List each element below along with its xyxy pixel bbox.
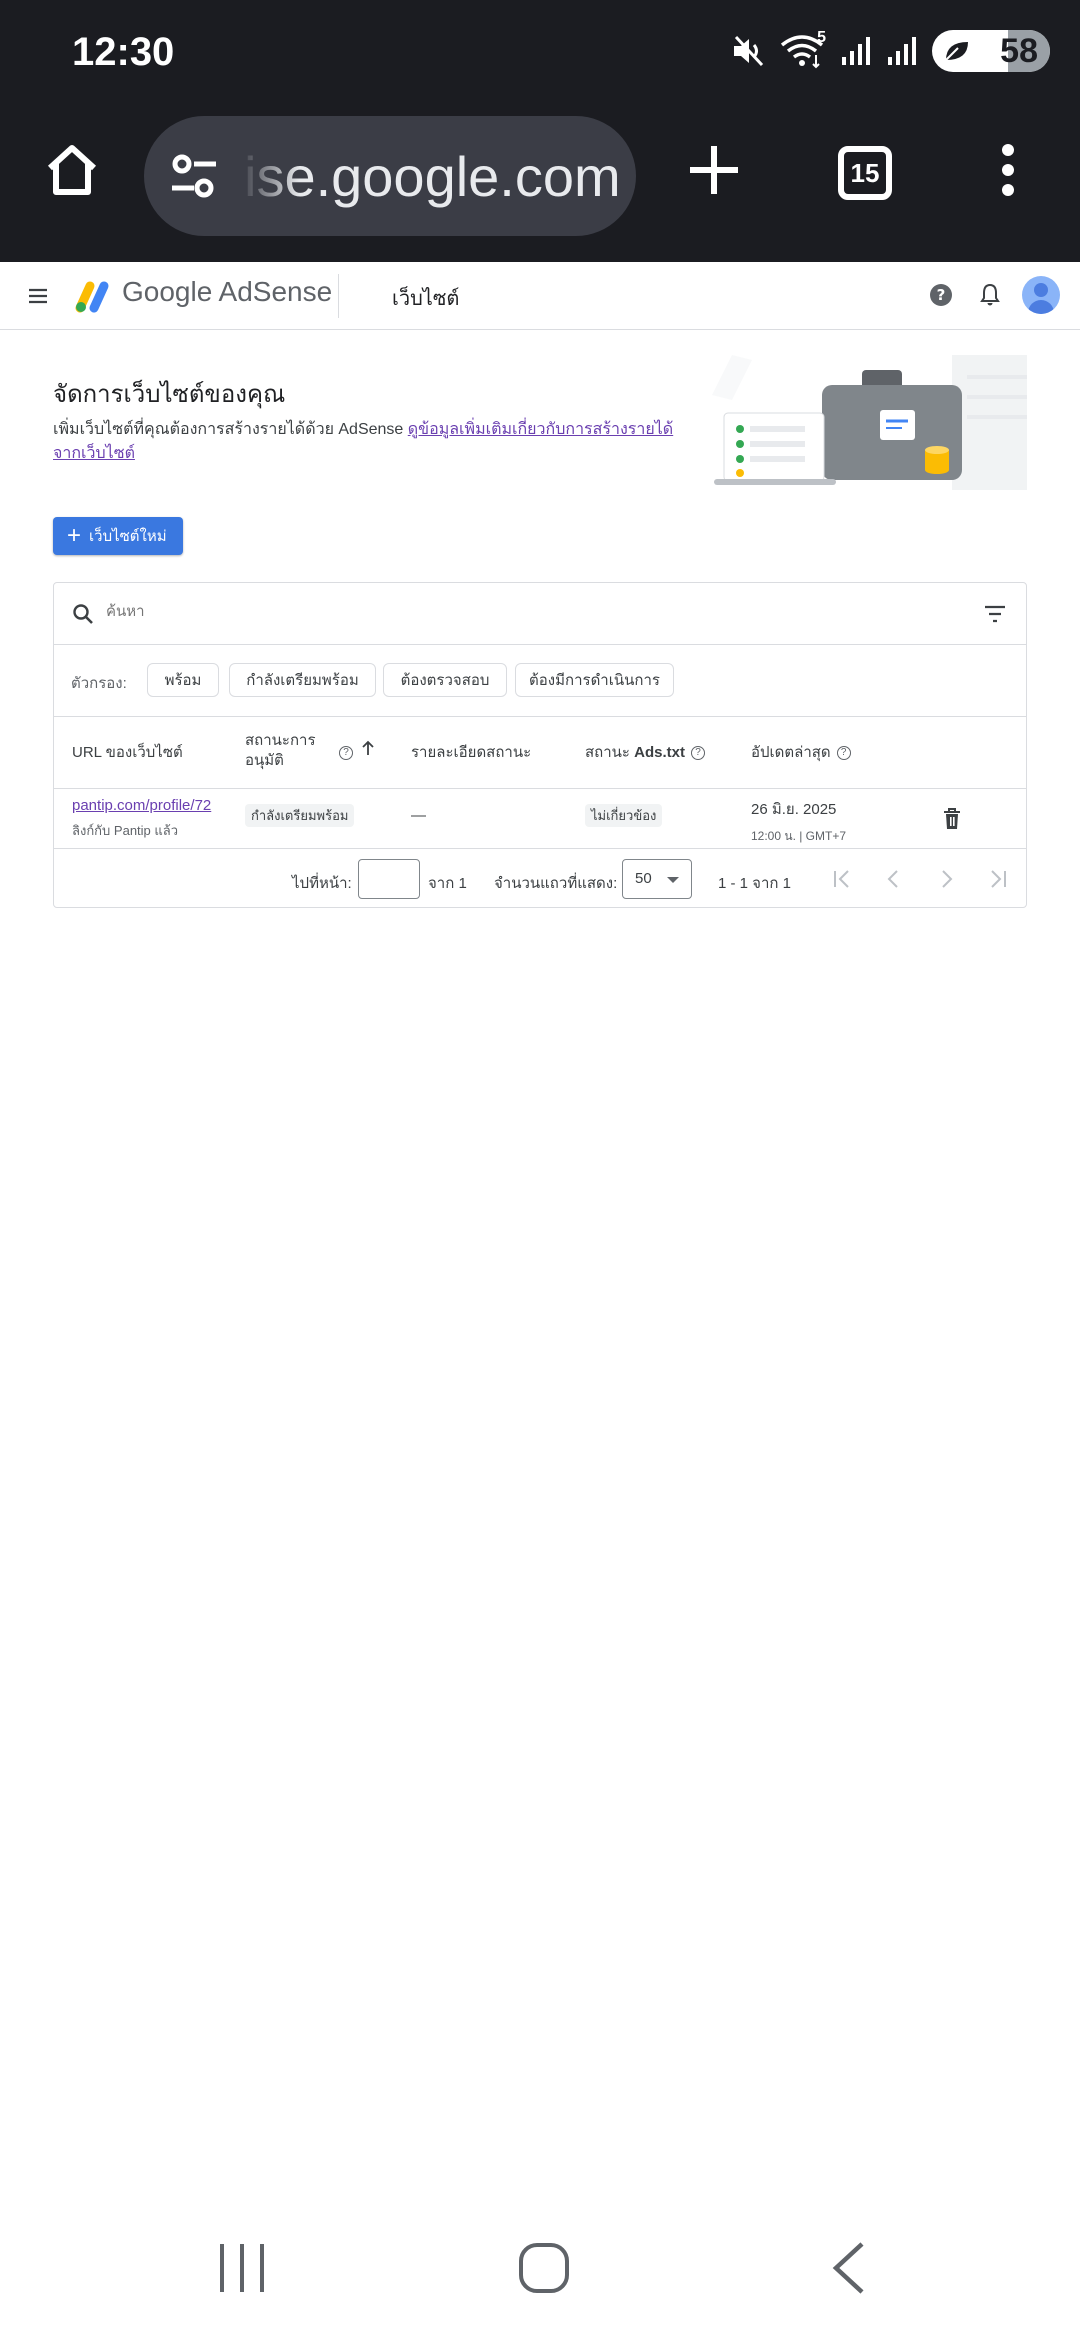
search-icon xyxy=(72,603,94,630)
plus-icon: + xyxy=(67,522,82,549)
ads-txt-badge: ไม่เกี่ยวข้อง xyxy=(585,804,663,827)
site-url-sub: ลิงก์กับ Pantip แล้ว xyxy=(72,823,179,838)
filter-chip-needs-review[interactable]: ต้องตรวจสอบ xyxy=(383,663,507,697)
more-vert-icon xyxy=(1002,144,1014,196)
col-header-url[interactable]: URL ของเว็บไซต์ xyxy=(72,743,183,763)
page-number-input[interactable] xyxy=(358,859,420,899)
adsense-logo-icon xyxy=(72,276,112,321)
cell-approval-status: กำลังเตรียมพร้อม xyxy=(245,804,355,827)
of-pages-label: จาก 1 xyxy=(428,875,467,892)
tab-switcher-button[interactable]: 15 xyxy=(838,146,892,200)
new-site-button[interactable]: + เว็บไซต์ใหม่ xyxy=(53,517,183,555)
menu-icon[interactable] xyxy=(26,284,50,313)
dropdown-arrow-icon xyxy=(667,877,679,883)
rows-per-page-label: จำนวนแถวที่แสดง: xyxy=(494,875,618,892)
plus-icon xyxy=(690,146,738,194)
table-header: URL ของเว็บไซต์ สถานะการ อนุมัติ ? รายละเ… xyxy=(54,717,1026,789)
page-title: จัดการเว็บไซต์ของคุณ xyxy=(53,381,286,408)
range-label: 1 - 1 จาก 1 xyxy=(718,875,791,892)
new-tab-button[interactable] xyxy=(684,140,744,200)
wifi-badge: 5 xyxy=(817,29,826,46)
previous-page-icon[interactable] xyxy=(882,867,906,896)
pagination: ไปที่หน้า: จาก 1 จำนวนแถวที่แสดง: 50 1 -… xyxy=(54,849,1026,909)
svg-text:?: ? xyxy=(937,286,946,304)
home-button[interactable] xyxy=(42,140,102,200)
account-avatar[interactable] xyxy=(1022,276,1060,314)
notifications-icon[interactable] xyxy=(978,282,1002,313)
cell-status-details: — xyxy=(411,807,426,824)
filter-chip-needs-action[interactable]: ต้องมีการดำเนินการ xyxy=(515,663,674,697)
overflow-menu-button[interactable] xyxy=(996,140,1020,200)
battery-level: 58 xyxy=(1000,32,1038,70)
ads-txt-help-icon[interactable]: ? xyxy=(690,746,705,761)
cell-url: pantip.com/profile/72 ลิงก์กับ Pantip แล… xyxy=(72,797,211,841)
col-header-approval-status[interactable]: สถานะการ อนุมัติ xyxy=(245,731,316,771)
col-header-last-updated[interactable]: อัปเดตล่าสุด? xyxy=(751,743,851,763)
url-text: ise.google.com xyxy=(244,145,621,208)
brand-name: Google AdSense xyxy=(122,276,333,307)
cell-last-updated: 26 มิ.ย. 2025 12:00 น. | GMT+7 xyxy=(751,797,846,846)
help-icon[interactable]: ? xyxy=(928,282,954,313)
signal-icon-2 xyxy=(886,35,918,67)
back-nav-icon[interactable] xyxy=(830,2242,866,2299)
mute-icon xyxy=(730,33,766,69)
filter-row: ตัวกรอง: พร้อม กำลังเตรียมพร้อม ต้องตรวจ… xyxy=(54,645,1026,717)
filter-label: ตัวกรอง: xyxy=(71,675,127,692)
tab-count: 15 xyxy=(838,146,892,200)
wifi-icon: 5 xyxy=(780,29,826,69)
updated-time: 12:00 น. | GMT+7 xyxy=(751,829,847,843)
recent-apps-icon[interactable] xyxy=(218,2242,266,2299)
updated-date: 26 มิ.ย. 2025 xyxy=(751,801,837,818)
sites-illustration xyxy=(712,355,1027,490)
sites-card: ตัวกรอง: พร้อม กำลังเตรียมพร้อม ต้องตรวจ… xyxy=(53,582,1027,908)
next-page-icon[interactable] xyxy=(934,867,958,896)
sort-ascending-icon[interactable] xyxy=(361,739,375,763)
last-page-icon[interactable] xyxy=(986,867,1010,896)
table-row: pantip.com/profile/72 ลิงก์กับ Pantip แล… xyxy=(54,789,1026,849)
filter-list-icon[interactable] xyxy=(984,605,1006,628)
search-bar xyxy=(54,583,1026,645)
address-bar[interactable]: ise.google.com xyxy=(144,116,636,236)
battery-icon: 58 xyxy=(932,30,1050,72)
status-time: 12:30 xyxy=(72,30,175,74)
status-icons: 5 58 xyxy=(730,29,1050,72)
col-header-status-details[interactable]: รายละเอียดสถานะ xyxy=(411,743,531,763)
col-header-ads-txt[interactable]: สถานะ Ads.txt? xyxy=(585,743,705,763)
section-title: เว็บไซต์ xyxy=(392,288,460,310)
browser-chrome: 12:30 5 58 ise.google.com 15 xyxy=(0,0,1080,262)
site-settings-icon[interactable] xyxy=(168,150,220,202)
home-nav-icon[interactable] xyxy=(518,2242,570,2299)
search-input[interactable] xyxy=(106,603,806,620)
app-header: Google AdSense เว็บไซต์ ? xyxy=(0,262,1080,330)
rows-per-page-select[interactable]: 50 xyxy=(622,859,692,899)
status-badge: กำลังเตรียมพร้อม xyxy=(245,804,355,827)
system-nav-bar xyxy=(0,2220,1080,2320)
cell-ads-txt: ไม่เกี่ยวข้อง xyxy=(585,804,663,827)
last-updated-help-icon[interactable]: ? xyxy=(836,746,851,761)
page-description: เพิ่มเว็บไซต์ที่คุณต้องการสร้างรายได้ด้ว… xyxy=(53,418,683,466)
filter-chip-getting-ready[interactable]: กำลังเตรียมพร้อม xyxy=(229,663,376,697)
approval-help-icon[interactable]: ? xyxy=(339,743,353,763)
go-to-page-label: ไปที่หน้า: xyxy=(292,875,352,892)
site-url-link[interactable]: pantip.com/profile/72 xyxy=(72,797,211,814)
new-site-label: เว็บไซต์ใหม่ xyxy=(89,528,167,545)
first-page-icon[interactable] xyxy=(830,867,854,896)
home-icon xyxy=(47,145,97,195)
delete-icon[interactable] xyxy=(942,807,962,835)
filter-chip-ready[interactable]: พร้อม xyxy=(147,663,219,697)
description-text: เพิ่มเว็บไซต์ที่คุณต้องการสร้างรายได้ด้ว… xyxy=(53,421,408,438)
signal-icon xyxy=(840,35,872,67)
